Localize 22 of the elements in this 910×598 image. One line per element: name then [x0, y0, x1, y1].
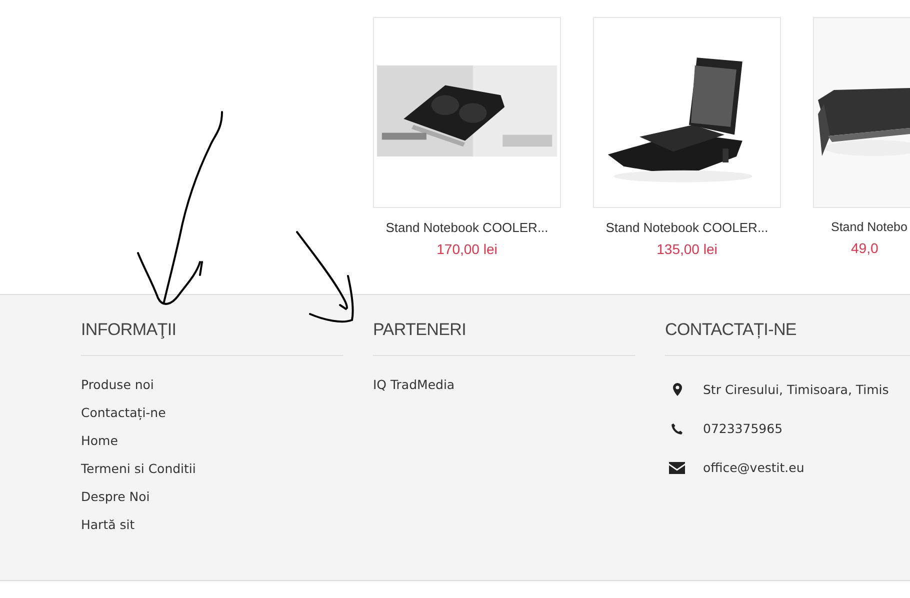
footer-link[interactable]: Hartă sit — [81, 517, 135, 532]
phone-icon — [671, 422, 683, 434]
envelope-icon — [669, 462, 685, 474]
footer-link[interactable]: IQ TradMedia — [373, 377, 455, 392]
contact-text: 0723375965 — [703, 421, 783, 436]
product-price: 135,00 lei — [656, 241, 718, 257]
product-title[interactable]: Stand Notebook COOLER... — [606, 220, 768, 235]
footer-link[interactable]: Despre Noi — [81, 489, 150, 504]
footer-link[interactable]: Termeni si Conditii — [81, 461, 196, 476]
location-pin-icon — [672, 383, 682, 396]
product-title[interactable]: Stand Notebook COOLER... — [386, 220, 548, 235]
column-heading: INFORMAŢII — [81, 320, 343, 356]
contact-text: Str Ciresului, Timisoara, Timis — [703, 382, 889, 397]
footer-link[interactable]: Contactați-ne — [81, 405, 166, 420]
product-price: 49,0 — [851, 240, 878, 256]
email-link[interactable]: office@vestit.eu — [703, 460, 804, 475]
column-heading: PARTENERI — [373, 320, 635, 356]
column-heading: CONTACTAȚI-NE — [665, 320, 910, 356]
footer-link[interactable]: Home — [81, 433, 118, 448]
product-title[interactable]: Stand Notebo — [831, 220, 908, 234]
product-price: 170,00 lei — [436, 241, 498, 257]
footer-link[interactable]: Produse noi — [81, 377, 154, 392]
